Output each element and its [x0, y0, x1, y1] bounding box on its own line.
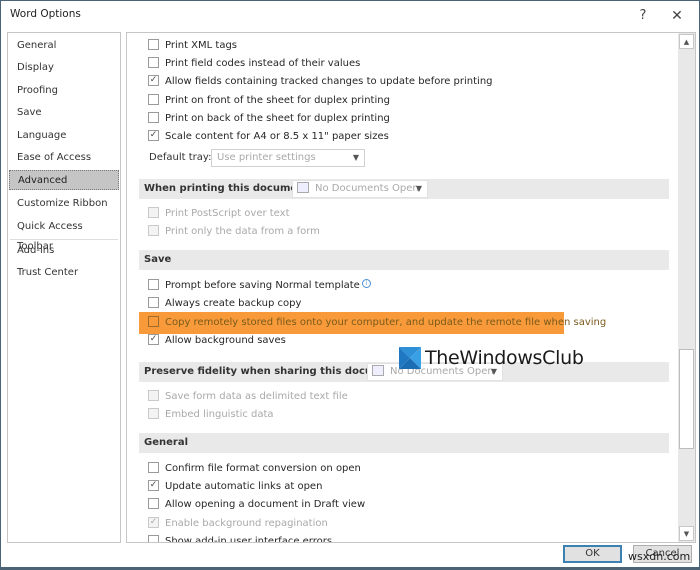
checkbox-checked[interactable]: ✓	[148, 479, 159, 491]
info-icon[interactable]: i	[361, 278, 371, 288]
scroll-down-arrow-icon[interactable]: ▼	[679, 526, 694, 541]
scroll-up-arrow-icon[interactable]: ▲	[679, 34, 694, 49]
default-tray-label: Default tray:	[149, 152, 212, 163]
checkbox[interactable]	[148, 111, 159, 123]
checkbox[interactable]	[148, 93, 159, 105]
close-button[interactable]: ✕	[667, 6, 687, 26]
chevron-down-icon: ▼	[415, 184, 422, 193]
nav-item-advanced[interactable]: Advanced	[9, 170, 119, 190]
section-header: Preserve fidelity when sharing this docu…	[144, 366, 406, 377]
when-printing-document-select[interactable]: No Documents Open ▼	[292, 180, 428, 198]
option-save-form-data[interactable]: Save form data as delimited text file	[148, 388, 348, 405]
checkbox[interactable]	[148, 315, 159, 327]
checkbox-checked[interactable]: ✓	[148, 129, 159, 141]
section-header: Save	[144, 254, 172, 265]
option-print-xml-tags[interactable]: Print XML tags	[148, 37, 237, 54]
nav-item-language[interactable]: Language	[9, 126, 119, 146]
checkbox[interactable]	[148, 534, 159, 542]
dropdown-value: No Documents Open	[315, 183, 419, 194]
option-allow-draft-view[interactable]: Allow opening a document in Draft view	[148, 496, 365, 513]
nav-item-general[interactable]: General	[9, 36, 119, 56]
checkbox[interactable]	[148, 206, 159, 218]
nav-item-save[interactable]: Save	[9, 103, 119, 123]
section-header: General	[144, 437, 188, 448]
checkbox[interactable]	[148, 56, 159, 68]
watermark-text: wsxdn.com	[628, 550, 691, 563]
option-prompt-normal-template[interactable]: Prompt before saving Normal template i	[148, 277, 371, 294]
document-icon	[372, 364, 384, 376]
option-print-front-duplex[interactable]: Print on front of the sheet for duplex p…	[148, 92, 390, 109]
vertical-scrollbar[interactable]: ▲ ▼	[678, 33, 695, 542]
checkbox[interactable]	[148, 407, 159, 419]
option-update-automatic-links[interactable]: ✓ Update automatic links at open	[148, 478, 322, 495]
option-print-form-data-only[interactable]: Print only the data from a form	[148, 223, 320, 240]
scrollbar-thumb[interactable]	[679, 349, 694, 449]
nav-item-quick-access-toolbar[interactable]: Quick Access Toolbar	[9, 217, 119, 252]
document-icon	[297, 181, 309, 193]
option-print-field-codes[interactable]: Print field codes instead of their value…	[148, 55, 360, 72]
nav-item-trust-center[interactable]: Trust Center	[9, 263, 119, 283]
option-allow-tracked-fields-update[interactable]: ✓ Allow fields containing tracked changes…	[148, 73, 493, 90]
option-embed-linguistic-data[interactable]: Embed linguistic data	[148, 406, 274, 423]
nav-item-proofing[interactable]: Proofing	[9, 81, 119, 101]
default-tray-value: Use printer settings	[217, 152, 316, 163]
checkbox[interactable]	[148, 296, 159, 308]
title-bar: Word Options ? ✕	[1, 1, 699, 31]
checkbox[interactable]	[148, 38, 159, 50]
nav-item-customize-ribbon[interactable]: Customize Ribbon	[9, 194, 119, 214]
options-nav: General Display Proofing Save Language E…	[7, 32, 121, 543]
option-copy-remote-files[interactable]: Copy remotely stored files onto your com…	[148, 314, 606, 331]
option-background-repagination[interactable]: ✓ Enable background repagination	[148, 515, 328, 532]
section-when-printing: When printing this document: No Document…	[139, 179, 669, 199]
checkbox-checked[interactable]: ✓	[148, 74, 159, 86]
word-options-dialog: Word Options ? ✕ General Display Proofin…	[0, 0, 700, 570]
section-general: General	[139, 433, 669, 453]
checkbox[interactable]	[148, 224, 159, 236]
windows-logo-icon	[399, 347, 421, 369]
section-header: When printing this document:	[144, 183, 314, 194]
option-confirm-format-conversion[interactable]: Confirm file format conversion on open	[148, 460, 361, 477]
checkbox[interactable]	[148, 389, 159, 401]
default-tray-select[interactable]: Use printer settings ▼	[211, 149, 365, 167]
nav-item-add-ins[interactable]: Add-ins	[9, 241, 119, 261]
option-show-addin-errors[interactable]: Show add-in user interface errors	[148, 533, 332, 542]
dialog-title: Word Options	[10, 8, 81, 20]
brand-text: TheWindowsClub	[425, 347, 584, 369]
ok-button[interactable]: OK	[563, 545, 622, 563]
checkbox-checked[interactable]: ✓	[148, 333, 159, 345]
checkbox[interactable]	[148, 461, 159, 473]
checkbox-checked[interactable]: ✓	[148, 516, 159, 528]
chevron-down-icon: ▼	[352, 153, 359, 162]
option-print-postscript[interactable]: Print PostScript over text	[148, 205, 290, 222]
nav-divider	[10, 239, 118, 240]
brand-logo: TheWindowsClub	[399, 344, 584, 372]
nav-item-ease-of-access[interactable]: Ease of Access	[9, 148, 119, 168]
nav-item-display[interactable]: Display	[9, 58, 119, 78]
option-scale-content-a4[interactable]: ✓ Scale content for A4 or 8.5 x 11" paper…	[148, 128, 389, 145]
checkbox[interactable]	[148, 278, 159, 290]
section-save: Save	[139, 250, 669, 270]
checkbox[interactable]	[148, 497, 159, 509]
option-always-backup[interactable]: Always create backup copy	[148, 295, 301, 312]
advanced-options-pane: Print XML tags Print field codes instead…	[126, 32, 696, 543]
option-allow-background-saves[interactable]: ✓ Allow background saves	[148, 332, 286, 349]
help-button[interactable]: ?	[633, 6, 653, 26]
option-print-back-duplex[interactable]: Print on back of the sheet for duplex pr…	[148, 110, 390, 127]
